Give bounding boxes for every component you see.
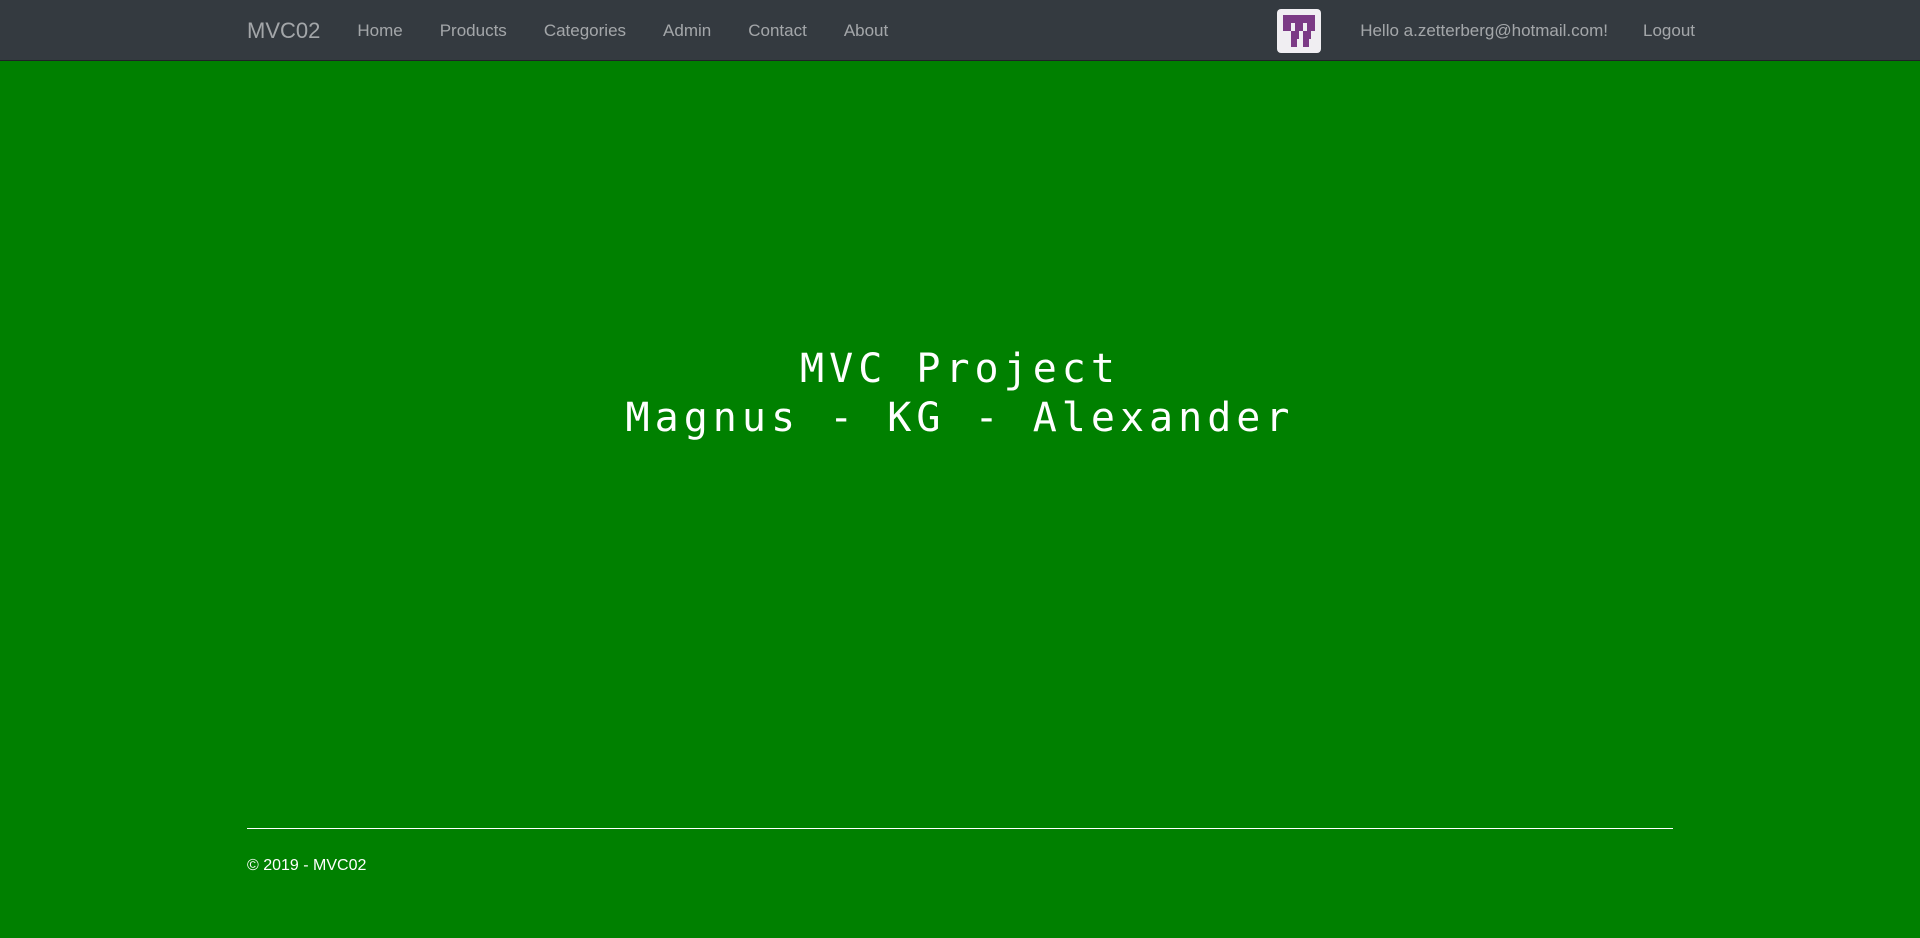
hero-authors: Magnus - KG - Alexander bbox=[625, 395, 1295, 441]
top-navbar: MVC02 Home Products Categories Admin Con… bbox=[0, 0, 1920, 61]
logout-button[interactable]: Logout bbox=[1643, 22, 1695, 39]
account-greeting-link[interactable]: Hello a.zetterberg@hotmail.com! bbox=[1360, 22, 1608, 39]
footer-copyright: © 2019 - MVC02 bbox=[247, 857, 367, 874]
nav-link-categories[interactable]: Categories bbox=[544, 22, 626, 39]
nav-link-products[interactable]: Products bbox=[440, 22, 507, 39]
nav-link-home[interactable]: Home bbox=[357, 22, 402, 39]
hero-heading: MVC Project Magnus - KG - Alexander bbox=[0, 345, 1920, 443]
identicon-avatar-icon bbox=[1277, 8, 1322, 53]
nav-link-about[interactable]: About bbox=[844, 22, 888, 39]
hero-title: MVC Project bbox=[800, 346, 1120, 392]
navbar-container: MVC02 Home Products Categories Admin Con… bbox=[247, 0, 1695, 61]
footer-divider bbox=[247, 828, 1673, 829]
identicon-avatar-graphic bbox=[1283, 14, 1316, 47]
brand-link[interactable]: MVC02 bbox=[247, 19, 320, 42]
nav-link-contact[interactable]: Contact bbox=[748, 22, 807, 39]
nav-link-admin[interactable]: Admin bbox=[663, 22, 711, 39]
